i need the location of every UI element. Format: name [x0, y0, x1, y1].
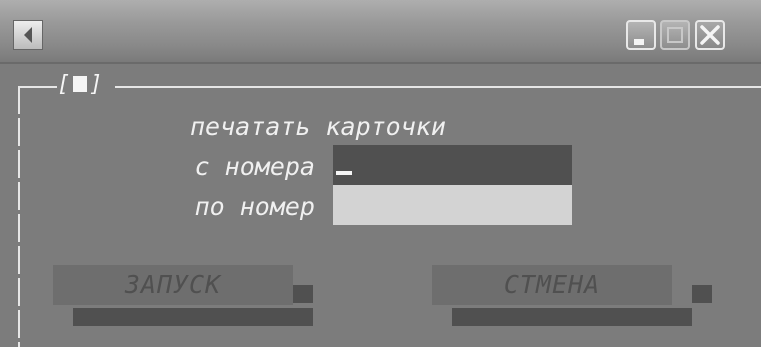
frame-border-left: [18, 86, 20, 347]
app-menu-icon[interactable]: [13, 20, 43, 50]
from-number-label: с номера: [194, 152, 315, 181]
dialog-window: [] печатать карточки с номера по номер З…: [0, 0, 761, 347]
close-button[interactable]: [695, 20, 725, 50]
maximize-button[interactable]: [660, 20, 690, 50]
frame-close-box[interactable]: [73, 76, 88, 92]
cancel-button[interactable]: СТМЕНА: [432, 265, 672, 305]
dialog-heading: печатать карточки: [190, 112, 446, 141]
minimize-button[interactable]: [626, 20, 656, 50]
title-bar[interactable]: [0, 0, 761, 64]
run-button[interactable]: ЗАПУСК: [53, 265, 293, 305]
text-cursor: [336, 171, 352, 175]
close-icon: [700, 25, 720, 45]
cancel-button-shadow: [692, 285, 712, 303]
to-number-field[interactable]: [333, 185, 572, 225]
run-button-shadow: [73, 308, 313, 326]
from-number-field[interactable]: [333, 145, 572, 185]
frame-border-top: [18, 86, 761, 88]
to-number-label: по номер: [194, 192, 315, 221]
cancel-button-shadow: [452, 308, 692, 326]
maximize-icon: [667, 27, 683, 43]
frame-title: []: [57, 72, 104, 97]
run-button-shadow: [293, 285, 313, 303]
minimize-icon: [634, 39, 644, 45]
